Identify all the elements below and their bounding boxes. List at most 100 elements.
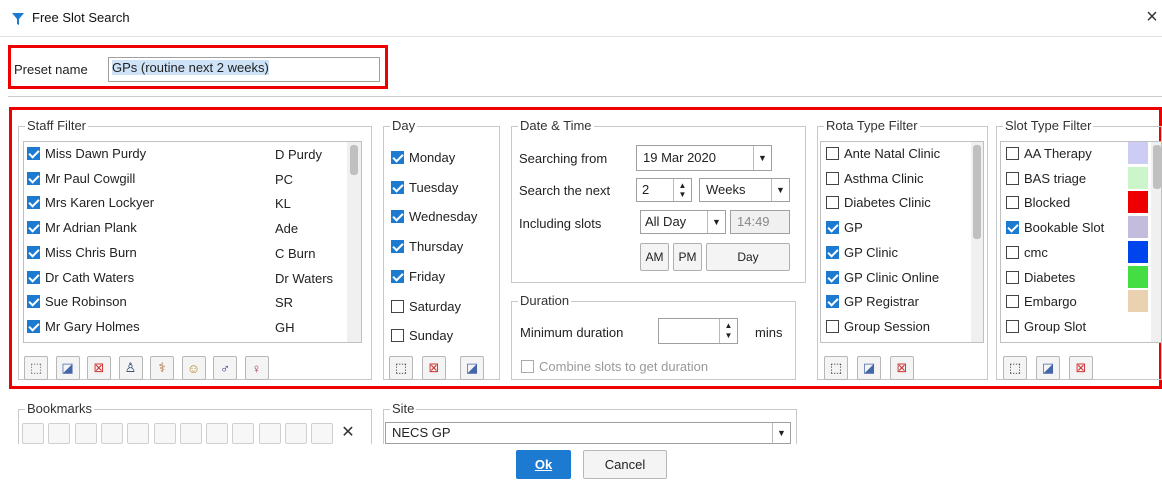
slot-list-item[interactable]: Blocked <box>1006 195 1130 210</box>
staff-checkbox[interactable] <box>27 171 40 185</box>
staff-filter-button[interactable]: ♂ <box>213 356 237 380</box>
staff-filter-button[interactable]: ⬚ <box>24 356 48 380</box>
site-dropdown[interactable]: NECS GP ▼ <box>385 422 791 444</box>
bookmark-slot[interactable] <box>127 423 150 444</box>
slot-checkbox[interactable] <box>1006 171 1019 185</box>
staff-checkbox[interactable] <box>27 147 40 160</box>
rota-invert-button[interactable]: ⊠ <box>890 356 914 380</box>
staff-checkbox[interactable] <box>27 319 40 333</box>
slot-checkbox[interactable] <box>1006 245 1019 259</box>
rota-checkbox[interactable] <box>826 196 839 210</box>
day-checkbox-row[interactable]: Saturday <box>391 299 461 314</box>
rota-select-all-button[interactable]: ◪ <box>857 356 881 380</box>
slot-list-item[interactable]: Diabetes <box>1006 270 1130 285</box>
staff-scroll-thumb[interactable] <box>350 145 358 175</box>
staff-list-item[interactable]: Miss Dawn Purdy <box>27 146 146 161</box>
slot-list-item[interactable]: Bookable Slot <box>1006 220 1130 235</box>
rota-list-item[interactable]: GP Clinic Online <box>826 270 939 285</box>
day-select-none-button[interactable]: ⬚ <box>389 356 413 380</box>
rota-list-item[interactable]: GP Clinic <box>826 245 898 260</box>
bookmark-slot[interactable] <box>179 423 202 444</box>
chevron-down-icon[interactable]: ▼ <box>707 211 725 233</box>
combine-slots-checkbox-row[interactable]: Combine slots to get duration <box>521 359 708 374</box>
chevron-down-icon[interactable]: ▼ <box>753 146 771 170</box>
day-checkbox[interactable] <box>391 151 404 164</box>
staff-filter-button[interactable]: ⊠ <box>87 356 111 380</box>
day-checkbox-row[interactable]: Wednesday <box>391 209 477 224</box>
bookmark-slot[interactable] <box>100 423 123 444</box>
searching-from-dropdown[interactable]: 19 Mar 2020 ▼ <box>636 145 772 171</box>
staff-list-item[interactable]: Mr Gary Holmes <box>27 319 140 334</box>
rota-checkbox[interactable] <box>826 171 839 185</box>
slot-scrollbar[interactable] <box>1151 142 1161 342</box>
am-button[interactable]: AM <box>640 243 669 271</box>
cancel-button[interactable]: Cancel <box>583 450 667 479</box>
slot-list-item[interactable]: AA Therapy <box>1006 146 1130 161</box>
rota-list-item[interactable]: Asthma Clinic <box>826 171 923 186</box>
day-select-all-button[interactable]: ◪ <box>460 356 484 380</box>
day-button[interactable]: Day <box>706 243 790 271</box>
rota-checkbox[interactable] <box>826 147 839 160</box>
preset-name-input[interactable]: GPs (routine next 2 weeks) <box>108 57 380 82</box>
rota-list-item[interactable]: Group Session <box>826 319 930 334</box>
stepper-arrows-icon[interactable]: ▲ ▼ <box>673 179 691 201</box>
slot-scroll-thumb[interactable] <box>1153 145 1161 189</box>
clear-bookmarks-icon[interactable]: ✕ <box>338 422 358 442</box>
slot-checkbox[interactable] <box>1006 196 1019 210</box>
day-checkbox-row[interactable]: Monday <box>391 150 455 165</box>
rota-checkbox[interactable] <box>826 319 839 333</box>
rota-list-item[interactable]: GP <box>826 220 863 235</box>
time-input[interactable]: 14:49 <box>730 210 790 234</box>
staff-checkbox[interactable] <box>27 270 40 284</box>
slot-checkbox[interactable] <box>1006 270 1019 284</box>
min-duration-stepper[interactable]: ▲ ▼ <box>658 318 738 344</box>
rota-select-none-button[interactable]: ⬚ <box>824 356 848 380</box>
staff-list-item[interactable]: Mrs Karen Lockyer <box>27 195 154 210</box>
slot-list-item[interactable]: cmc <box>1006 245 1130 260</box>
staff-list-item[interactable]: Mr Adrian Plank <box>27 220 137 235</box>
slot-checkbox[interactable] <box>1006 147 1019 160</box>
rota-scroll-thumb[interactable] <box>973 145 981 239</box>
staff-filter-button[interactable]: ♙ <box>118 356 143 380</box>
staff-list-item[interactable]: Mr Paul Cowgill <box>27 171 135 186</box>
staff-filter-button[interactable]: ♀ <box>244 356 269 380</box>
search-unit-dropdown[interactable]: Weeks ▼ <box>699 178 790 202</box>
day-checkbox[interactable] <box>391 329 404 343</box>
day-checkbox-row[interactable]: Tuesday <box>391 180 458 195</box>
day-checkbox[interactable] <box>391 299 404 313</box>
including-slots-dropdown[interactable]: All Day ▼ <box>640 210 726 234</box>
day-checkbox-row[interactable]: Sunday <box>391 328 453 343</box>
day-checkbox[interactable] <box>391 180 404 194</box>
slot-checkbox[interactable] <box>1006 319 1019 333</box>
close-icon[interactable]: × <box>1141 4 1162 30</box>
bookmark-slot[interactable] <box>206 423 229 444</box>
bookmark-slot[interactable] <box>48 423 71 444</box>
slot-checkbox[interactable] <box>1006 295 1019 309</box>
combine-slots-checkbox[interactable] <box>521 360 534 373</box>
day-checkbox[interactable] <box>391 210 404 224</box>
slot-checkbox[interactable] <box>1006 221 1019 235</box>
bookmark-slot[interactable] <box>153 423 176 444</box>
day-checkbox[interactable] <box>391 240 404 254</box>
day-checkbox[interactable] <box>391 269 404 283</box>
rota-list-item[interactable]: Diabetes Clinic <box>826 195 931 210</box>
rota-list-item[interactable]: GP Registrar <box>826 294 919 309</box>
staff-checkbox[interactable] <box>27 196 40 210</box>
bookmark-slot[interactable] <box>74 423 97 444</box>
rota-checkbox[interactable] <box>826 245 839 259</box>
rota-scrollbar[interactable] <box>971 142 983 342</box>
staff-checkbox[interactable] <box>27 245 40 259</box>
day-invert-button[interactable]: ⊠ <box>422 356 446 380</box>
staff-filter-button[interactable]: ⚕ <box>150 356 174 380</box>
staff-checkbox[interactable] <box>27 221 40 235</box>
rota-checkbox[interactable] <box>826 295 839 309</box>
rota-list-item[interactable]: Ante Natal Clinic <box>826 146 940 161</box>
stepper-arrows-icon[interactable]: ▲ ▼ <box>719 319 737 343</box>
chevron-down-icon[interactable]: ▼ <box>772 423 790 443</box>
staff-list-item[interactable]: Sue Robinson <box>27 294 127 309</box>
ok-button[interactable]: Ok <box>516 450 571 479</box>
slot-invert-button[interactable]: ⊠ <box>1069 356 1093 380</box>
slot-list-item[interactable]: Group Slot <box>1006 319 1130 334</box>
bookmark-slot[interactable] <box>258 423 281 444</box>
bookmark-slot[interactable] <box>232 423 255 444</box>
